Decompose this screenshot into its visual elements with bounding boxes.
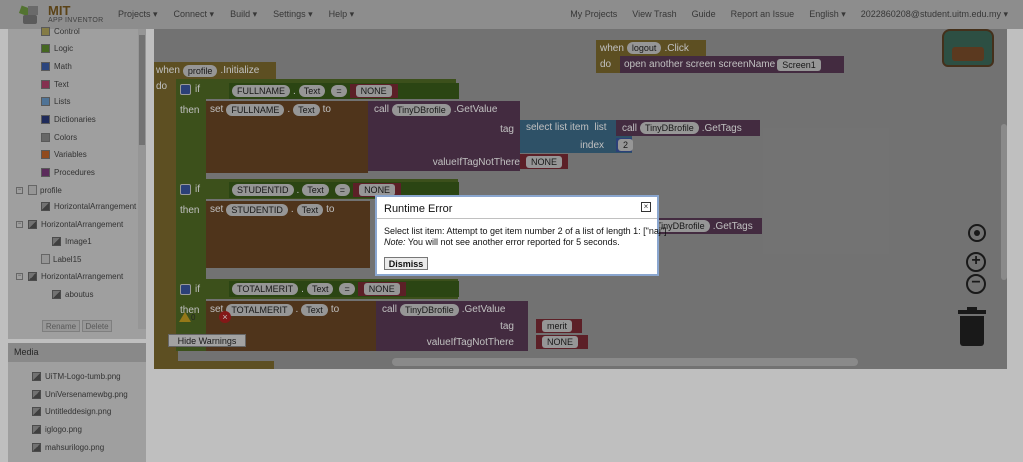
note-text: You will not see another error reported … bbox=[405, 237, 620, 247]
error-message: Select list item: Attempt to get item nu… bbox=[384, 226, 667, 236]
dialog-title: Runtime Error bbox=[384, 203, 453, 215]
dialog-body: Select list item: Attempt to get item nu… bbox=[377, 219, 667, 274]
note-label: Note: bbox=[384, 237, 406, 247]
close-icon[interactable]: × bbox=[641, 202, 651, 212]
error-note: Note: You will not see another error rep… bbox=[384, 237, 620, 248]
runtime-error-dialog: Runtime Error × Select list item: Attemp… bbox=[375, 195, 667, 276]
dismiss-button[interactable]: Dismiss bbox=[384, 257, 428, 270]
dialog-title-bar: Runtime Error × bbox=[377, 197, 657, 219]
